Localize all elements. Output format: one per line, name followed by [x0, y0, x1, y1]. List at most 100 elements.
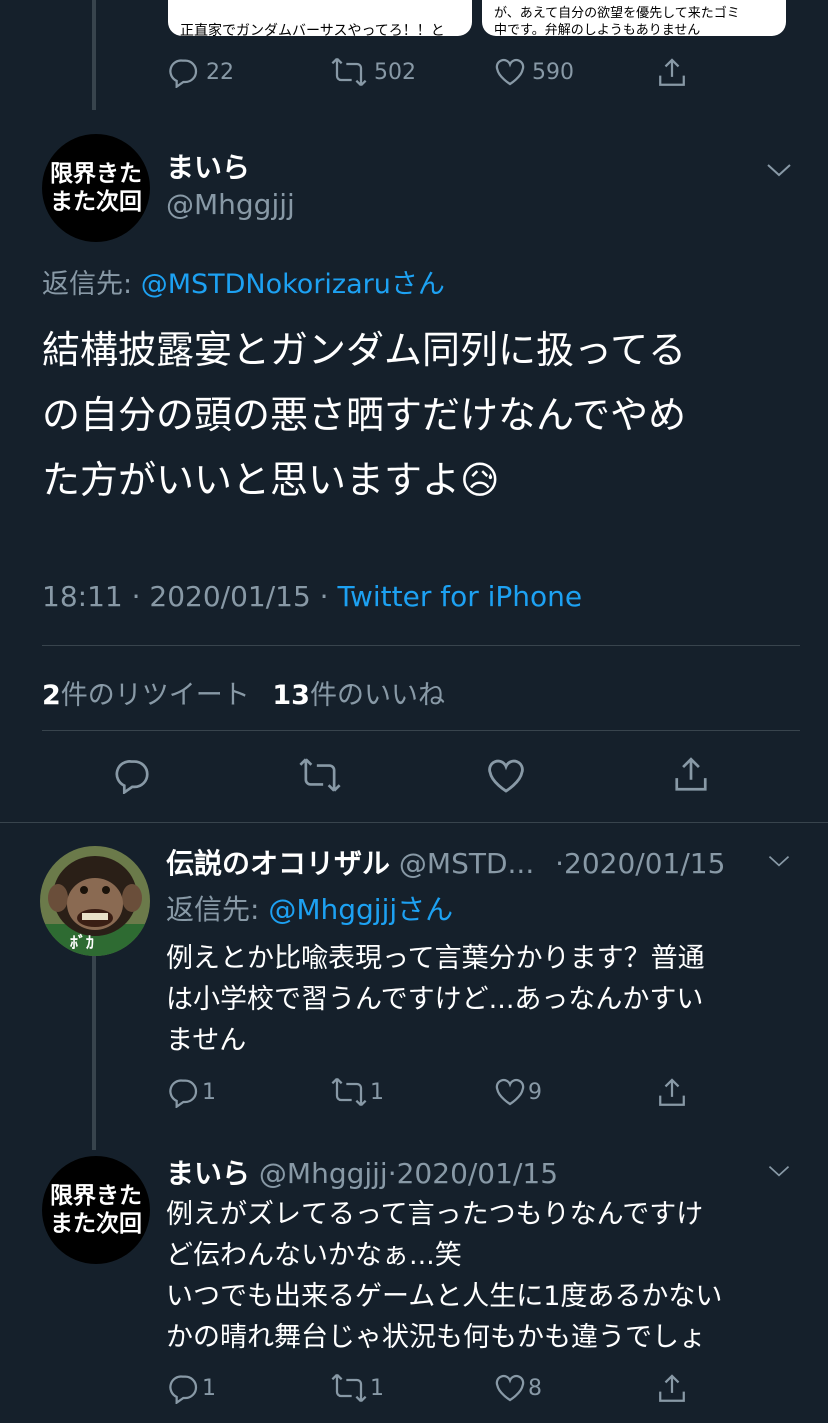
reply2-retweet-action[interactable]: 1 — [330, 1372, 384, 1404]
tweet-meta: 18:11 · 2020/01/15 · Twitter for iPhone — [42, 580, 582, 613]
sad-relieved-emoji: 😥 — [460, 458, 500, 502]
retweet-icon — [331, 1077, 367, 1107]
top-share-action[interactable] — [656, 56, 688, 90]
engagement-stats: 2件のリツイート 13件のいいね — [42, 673, 445, 712]
top-reply-action[interactable]: 22 — [168, 56, 234, 88]
reply2-header: まいら @Mhggjjj·2020/01/15 — [166, 1152, 558, 1192]
share-icon — [675, 757, 707, 791]
divider-3 — [0, 822, 828, 823]
reply-icon — [115, 760, 149, 794]
avatar[interactable]: 限界きた また次回 — [42, 1156, 150, 1264]
divider-1 — [42, 645, 800, 646]
retweet-count: 1 — [370, 1375, 384, 1401]
retweet-count: 1 — [370, 1079, 384, 1105]
reply1-header: 伝説のオコリザル @MSTD... ·2020/01/15 — [166, 842, 725, 882]
heart-icon — [495, 1078, 525, 1106]
reply2-share-action[interactable] — [656, 1372, 688, 1406]
retweet-icon — [299, 758, 341, 792]
tweet-text: 例えとか比喩表現って言葉分かります？普通 は小学校で習うんですけど...あっなん… — [166, 938, 705, 1061]
retweet-icon — [331, 1373, 367, 1403]
tweet-text-line-2: ど伝わんないかなぁ...笑 — [166, 1240, 462, 1271]
display-name[interactable]: 伝説のオコリザル — [166, 847, 390, 880]
tweet-source[interactable]: Twitter for iPhone — [337, 580, 582, 613]
tweet-text-line-1: 例えとか比喩表現って言葉分かります？普通 — [166, 943, 705, 974]
top-retweet-action[interactable]: 502 — [330, 56, 416, 88]
top-like-count: 590 — [532, 59, 574, 85]
reply-to-link[interactable]: @MSTDNokorizaruさん — [141, 269, 445, 300]
thread-line-top — [92, 0, 96, 110]
main-reply-action[interactable] — [114, 756, 152, 794]
top-reply-count: 22 — [206, 59, 234, 85]
image-card-left[interactable]: 正直家でガンダムバーサスやってろ！！と — [168, 0, 472, 36]
tweet-text-line-1: 結構披露宴とガンダム同列に扱ってる — [42, 328, 687, 372]
tweet-text: 例えがズレてるって言ったつもりなんですけ ど伝わんないかなぁ...笑 いつでも出… — [166, 1194, 722, 1358]
top-like-action[interactable]: 590 — [494, 56, 574, 88]
retweet-stat-label: 件のリツイート — [60, 680, 250, 711]
tweet-text-line-4: かの晴れ舞台じゃ状況も何もかも違うでしょ — [166, 1322, 706, 1353]
reply1-like-action[interactable]: 9 — [494, 1076, 542, 1108]
tweet-text-line-3: ません — [166, 1025, 247, 1056]
retweet-stat-count: 2 — [42, 680, 61, 711]
heart-icon — [495, 1374, 525, 1402]
reply-count: 1 — [202, 1375, 216, 1401]
svg-text:ﾎﾞｶ: ﾎﾞｶ — [70, 933, 94, 952]
main-like-action[interactable] — [486, 756, 526, 796]
reply-to-link[interactable]: @Mhggjjjさん — [268, 893, 453, 926]
tweet-text-line-2: は小学校で習うんですけど...あっなんかすい — [166, 984, 704, 1015]
tweet-text-line-1: 例えがズレてるって言ったつもりなんですけ — [166, 1199, 704, 1230]
like-count: 8 — [528, 1375, 542, 1401]
tweet-text-line-3: た方がいいと思いますよ😥 — [42, 448, 686, 513]
chevron-down-icon — [768, 856, 790, 867]
chevron-down-icon — [768, 1166, 790, 1177]
reply-icon — [169, 1079, 198, 1108]
avatar[interactable]: ﾎﾞｶ — [40, 846, 150, 956]
like-stat-label: 件のいいね — [309, 680, 445, 711]
tweet-date[interactable]: ·2020/01/15 — [388, 1157, 558, 1190]
thread-line-reply — [92, 950, 96, 1150]
display-name[interactable]: まいら — [166, 1157, 250, 1190]
reply-count: 1 — [202, 1079, 216, 1105]
retweet-stat[interactable]: 2件のリツイート — [42, 680, 250, 711]
tweet-timestamp: 18:11 · 2020/01/15 · — [42, 580, 338, 613]
tweet-date[interactable]: ·2020/01/15 — [555, 847, 725, 880]
avatar[interactable]: 限界きた また次回 — [42, 134, 150, 242]
reply-icon — [169, 59, 198, 88]
reply2-reply-action[interactable]: 1 — [168, 1372, 216, 1404]
like-stat-count: 13 — [272, 680, 310, 711]
image-card-right[interactable]: が、あえて自分の欲望を優先して来たゴミ 中です。弁解のしようもありません — [482, 0, 786, 36]
handle[interactable]: @Mhggjjj — [166, 188, 295, 221]
share-icon — [659, 58, 685, 86]
image-card-left-text: 正直家でガンダムバーサスやってろ！！と — [180, 23, 445, 36]
reply1-reply-action[interactable]: 1 — [168, 1076, 216, 1108]
reply-to-prefix: 返信先: — [166, 893, 269, 926]
reply1-share-action[interactable] — [656, 1076, 688, 1110]
reply-to-prefix: 返信先: — [42, 269, 141, 300]
avatar-text-1: 限界きた — [50, 1183, 142, 1209]
divider-2 — [42, 730, 800, 731]
tweet-menu-chevron[interactable] — [764, 160, 794, 184]
display-name[interactable]: まいら — [166, 146, 250, 186]
chimpanzee-avatar-icon: ﾎﾞｶ — [40, 846, 150, 956]
heart-icon — [495, 58, 525, 86]
share-icon — [659, 1374, 685, 1402]
tweet-menu-chevron[interactable] — [766, 1162, 792, 1184]
tweet-text-line-3-text: た方がいいと思いますよ — [42, 458, 461, 502]
tweet-text: 結構披露宴とガンダム同列に扱ってる の自分の頭の悪さ晒すだけなんでやめ た方がい… — [42, 318, 686, 513]
handle[interactable]: @Mhggjjj — [259, 1157, 388, 1190]
like-count: 9 — [528, 1079, 542, 1105]
image-card-right-text-2: 中です。弁解のしようもありません — [494, 23, 701, 36]
avatar-text-2: また次回 — [50, 1211, 142, 1237]
reply-to-line: 返信先: @MSTDNokorizaruさん — [42, 262, 445, 301]
like-stat[interactable]: 13件のいいね — [272, 680, 445, 711]
reply2-like-action[interactable]: 8 — [494, 1372, 542, 1404]
tweet-text-line-2: の自分の頭の悪さ晒すだけなんでやめ — [42, 393, 687, 437]
main-share-action[interactable] — [672, 754, 710, 796]
reply-icon — [169, 1375, 198, 1404]
retweet-icon — [331, 57, 367, 87]
main-retweet-action[interactable] — [298, 756, 342, 794]
share-icon — [659, 1078, 685, 1106]
reply1-retweet-action[interactable]: 1 — [330, 1076, 384, 1108]
tweet-menu-chevron[interactable] — [766, 852, 792, 874]
tweet-text-line-3: いつでも出来るゲームと人生に1度あるかない — [166, 1281, 723, 1312]
handle[interactable]: @MSTD... — [399, 847, 534, 880]
